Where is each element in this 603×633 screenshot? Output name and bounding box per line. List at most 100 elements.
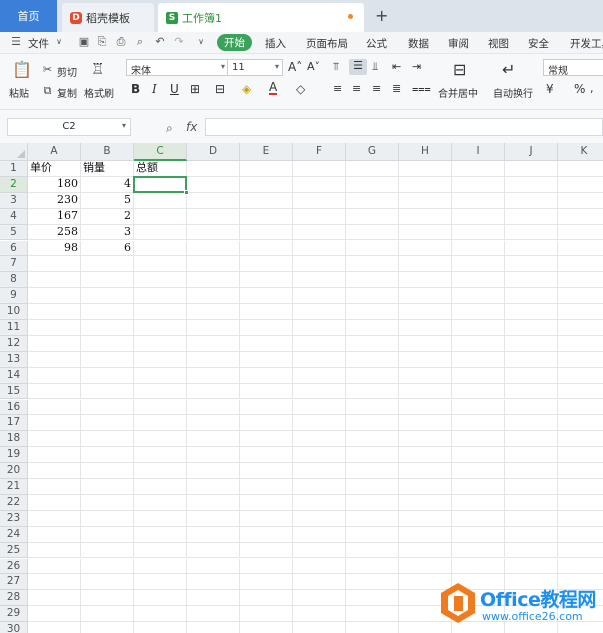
cell-e19[interactable] xyxy=(240,447,293,464)
cell-c15[interactable] xyxy=(134,383,187,400)
column-header-k[interactable]: K xyxy=(558,143,603,161)
cell-a11[interactable] xyxy=(28,320,81,336)
column-header-d[interactable]: D xyxy=(187,143,240,161)
cell-d16[interactable] xyxy=(187,399,240,416)
column-header-i[interactable]: I xyxy=(452,143,505,161)
cell-h15[interactable] xyxy=(399,383,452,400)
row-header-8[interactable]: 8 xyxy=(0,272,28,289)
cell-b3[interactable]: 5 xyxy=(81,192,134,209)
cell-f6[interactable] xyxy=(293,240,346,257)
menu-developer-tools[interactable]: 开发工具 xyxy=(570,36,603,51)
cell-i6[interactable] xyxy=(452,240,505,257)
cell-b25[interactable] xyxy=(81,542,134,559)
clear-format-icon[interactable]: ◇ xyxy=(296,82,305,96)
cell-f9[interactable] xyxy=(293,288,346,305)
cell-a24[interactable] xyxy=(28,526,81,543)
cell-d25[interactable] xyxy=(187,542,240,559)
cell-k2[interactable] xyxy=(558,177,603,193)
thousands-separator-icon[interactable]: , xyxy=(590,82,594,95)
cell-f10[interactable] xyxy=(293,304,346,320)
cell-g9[interactable] xyxy=(346,288,399,305)
cell-d29[interactable] xyxy=(187,606,240,623)
cell-g23[interactable] xyxy=(346,510,399,527)
hamburger-menu-icon[interactable]: ☰ xyxy=(10,36,22,48)
align-bottom-icon[interactable]: ⫫ xyxy=(372,60,378,74)
cell-a9[interactable] xyxy=(28,288,81,305)
cell-d22[interactable] xyxy=(187,494,240,511)
cell-b11[interactable] xyxy=(81,320,134,336)
row-header-29[interactable]: 29 xyxy=(0,606,28,623)
cell-i21[interactable] xyxy=(452,479,505,495)
cell-f28[interactable] xyxy=(293,590,346,607)
cell-e5[interactable] xyxy=(240,224,293,241)
borders-icon[interactable]: ⊞ xyxy=(190,82,200,96)
cell-b29[interactable] xyxy=(81,606,134,623)
cell-j8[interactable] xyxy=(505,272,558,289)
cell-a6[interactable]: 98 xyxy=(28,240,81,257)
file-dropdown-chevron-icon[interactable]: ∨ xyxy=(53,36,65,48)
row-header-13[interactable]: 13 xyxy=(0,351,28,368)
cell-d28[interactable] xyxy=(187,590,240,607)
justify-icon[interactable]: ≣ xyxy=(392,82,401,95)
add-tab-button[interactable]: + xyxy=(375,6,388,25)
cell-f2[interactable] xyxy=(293,176,346,193)
cell-c23[interactable] xyxy=(134,510,187,527)
format-painter-button[interactable]: 格式刷 xyxy=(84,85,114,100)
cell-f21[interactable] xyxy=(293,479,346,495)
cell-e25[interactable] xyxy=(240,542,293,559)
cell-d2[interactable] xyxy=(187,176,240,193)
copy-button[interactable]: 复制 xyxy=(57,85,77,100)
cell-b14[interactable] xyxy=(81,367,134,384)
italic-button[interactable]: I xyxy=(152,82,157,96)
cell-b17[interactable] xyxy=(81,415,134,432)
cell-e1[interactable] xyxy=(240,161,293,177)
cell-k19[interactable] xyxy=(558,447,603,464)
cell-c29[interactable] xyxy=(134,606,187,623)
row-header-23[interactable]: 23 xyxy=(0,510,28,527)
cell-g1[interactable] xyxy=(346,161,399,177)
cell-i14[interactable] xyxy=(452,367,505,384)
row-header-9[interactable]: 9 xyxy=(0,288,28,305)
distributed-align-icon[interactable]: ⩶ xyxy=(412,82,431,96)
tab-workbook[interactable]: S 工作簿1 xyxy=(158,3,364,32)
cell-a18[interactable] xyxy=(28,431,81,448)
row-header-14[interactable]: 14 xyxy=(0,367,28,384)
cell-f25[interactable] xyxy=(293,542,346,559)
row-header-22[interactable]: 22 xyxy=(0,494,28,511)
cell-g18[interactable] xyxy=(346,431,399,448)
paste-button[interactable]: 粘贴 xyxy=(9,85,29,100)
cell-a27[interactable] xyxy=(28,574,81,591)
cell-c19[interactable] xyxy=(134,447,187,464)
worksheet-grid[interactable]: A B C D E F G H I J K 1 单价 销量 总额 2 180 4 3 230 5 4 167 2 5 258 3 6 9… xyxy=(0,143,603,633)
cell-k24[interactable] xyxy=(558,527,603,543)
cell-h20[interactable] xyxy=(399,463,452,479)
cell-e30[interactable] xyxy=(240,622,293,633)
cell-j1[interactable] xyxy=(505,161,558,177)
tab-home[interactable]: 首页 xyxy=(0,0,57,32)
cell-i17[interactable] xyxy=(452,415,505,432)
cell-d3[interactable] xyxy=(187,192,240,209)
cell-j7[interactable] xyxy=(505,256,558,273)
cell-b18[interactable] xyxy=(81,431,134,448)
align-middle-icon[interactable]: ☰ xyxy=(349,59,367,75)
cell-i20[interactable] xyxy=(452,463,505,479)
cell-e16[interactable] xyxy=(240,399,293,416)
align-center-icon[interactable]: ≡ xyxy=(352,82,361,95)
cell-e13[interactable] xyxy=(240,351,293,368)
cell-h6[interactable] xyxy=(399,240,452,257)
cell-c16[interactable] xyxy=(134,399,187,416)
cell-c22[interactable] xyxy=(134,494,187,511)
cell-k25[interactable] xyxy=(558,543,603,559)
cell-d10[interactable] xyxy=(187,304,240,320)
cell-a1[interactable]: 单价 xyxy=(28,161,81,177)
row-header-12[interactable]: 12 xyxy=(0,335,28,352)
cell-b9[interactable] xyxy=(81,288,134,305)
row-header-15[interactable]: 15 xyxy=(0,383,28,400)
cell-k23[interactable] xyxy=(558,511,603,527)
cell-b21[interactable] xyxy=(81,479,134,495)
column-header-h[interactable]: H xyxy=(399,143,452,161)
row-header-24[interactable]: 24 xyxy=(0,526,28,543)
cell-f22[interactable] xyxy=(293,494,346,511)
insert-function-button[interactable]: fx xyxy=(186,120,197,134)
cell-h14[interactable] xyxy=(399,367,452,384)
